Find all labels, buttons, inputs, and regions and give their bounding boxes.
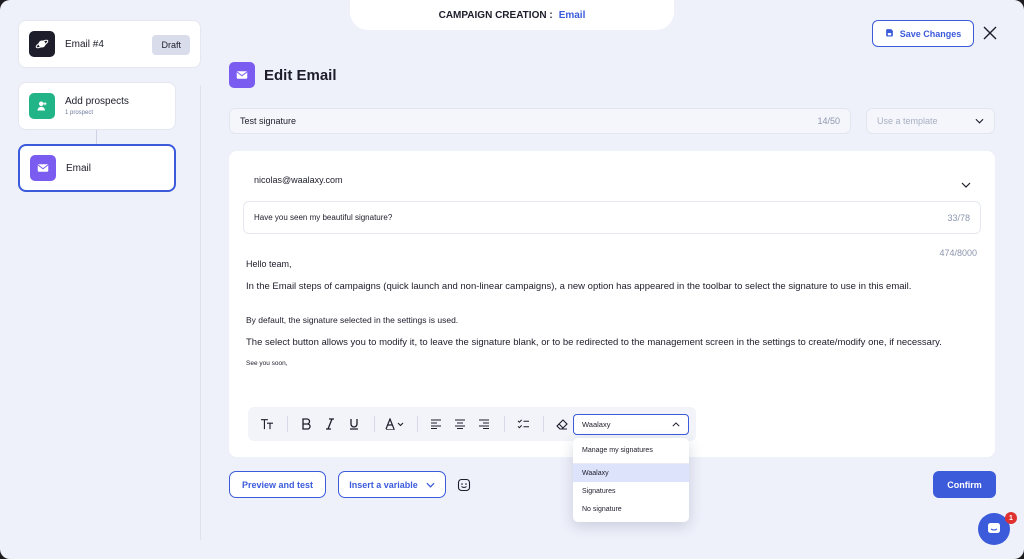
font-color-icon[interactable] — [382, 413, 408, 435]
header-prefix: CAMPAIGN CREATION : — [438, 9, 553, 21]
manage-signatures-option[interactable]: Manage my signatures — [573, 438, 689, 464]
email-name-input[interactable]: Test signature 14/50 — [229, 108, 851, 134]
app-frame: CAMPAIGN CREATION : Email Email #4 Draft… — [0, 0, 1024, 559]
save-label: Save Changes — [899, 28, 962, 39]
envelope-icon — [30, 155, 56, 181]
body-counter: 474/8000 — [939, 248, 977, 258]
chevron-down-icon — [975, 116, 984, 126]
template-placeholder: Use a template — [877, 116, 938, 126]
emoji-icon[interactable] — [457, 478, 471, 492]
toolbar-divider — [287, 416, 288, 432]
draft-badge: Draft — [152, 35, 190, 55]
checklist-icon[interactable] — [512, 413, 534, 435]
page-title: Edit Email — [264, 67, 337, 84]
toolbar-divider — [374, 416, 375, 432]
body-paragraph-2[interactable]: By default, the signature selected in th… — [246, 315, 458, 325]
body-paragraph-1[interactable]: In the Email steps of campaigns (quick l… — [246, 281, 911, 292]
sidebar-step-add-prospects[interactable]: Add prospects 1 prospect — [18, 82, 176, 130]
underline-icon[interactable] — [343, 413, 365, 435]
user-add-icon — [29, 93, 55, 119]
subject-counter: 33/78 — [947, 212, 970, 223]
step-label: Add prospects — [65, 96, 129, 107]
save-icon — [885, 28, 894, 39]
align-right-icon[interactable] — [473, 413, 495, 435]
signature-option-none[interactable]: No signature — [573, 500, 689, 518]
sidebar-step-email-4[interactable]: Email #4 Draft — [18, 20, 201, 68]
text-size-icon[interactable] — [256, 413, 278, 435]
signature-select[interactable]: Waalaxy — [573, 414, 689, 435]
align-left-icon[interactable] — [425, 413, 447, 435]
subject-input[interactable]: Have you seen my beautiful signature? 33… — [243, 201, 981, 234]
email-name-value: Test signature — [240, 116, 297, 126]
chevron-down-icon[interactable] — [961, 175, 971, 188]
confirm-button[interactable]: Confirm — [933, 471, 996, 498]
signature-option-signatures[interactable]: Signatures — [573, 482, 689, 500]
campaign-header: CAMPAIGN CREATION : Email — [350, 0, 674, 30]
body-greeting[interactable]: Hello team, — [246, 259, 292, 269]
sidebar-divider — [200, 85, 201, 540]
header-accent: Email — [558, 9, 586, 21]
envelope-icon — [229, 62, 255, 88]
saturn-icon — [29, 31, 55, 57]
chevron-up-icon — [672, 420, 680, 429]
signature-select-value: Waalaxy — [582, 420, 611, 429]
step-connector — [96, 130, 97, 144]
save-changes-button[interactable]: Save Changes — [872, 20, 974, 47]
recipient-select[interactable]: nicolas@waalaxy.com — [254, 175, 343, 185]
template-select[interactable]: Use a template — [866, 108, 995, 134]
close-icon[interactable] — [982, 25, 998, 41]
step-sublabel: 1 prospect — [65, 110, 94, 116]
step-label: Email — [66, 162, 92, 174]
preview-and-test-button[interactable]: Preview and test — [229, 471, 326, 498]
body-closing[interactable]: See you soon, — [246, 360, 288, 367]
align-center-icon[interactable] — [449, 413, 471, 435]
sidebar-step-email[interactable]: Email — [18, 144, 176, 192]
italic-icon[interactable] — [319, 413, 341, 435]
toolbar-divider — [543, 416, 544, 432]
toolbar-divider — [504, 416, 505, 432]
eraser-icon[interactable] — [551, 413, 573, 435]
signature-option-waalaxy[interactable]: Waalaxy — [573, 464, 689, 482]
insert-variable-button[interactable]: Insert a variable — [338, 471, 446, 498]
bold-icon[interactable] — [295, 413, 317, 435]
toolbar-divider — [417, 416, 418, 432]
body-paragraph-3[interactable]: The select button allows you to modify i… — [246, 337, 942, 348]
signature-dropdown: Manage my signatures Waalaxy Signatures … — [573, 438, 689, 522]
step-label: Email #4 — [65, 38, 104, 50]
chevron-down-icon — [426, 480, 435, 490]
subject-value: Have you seen my beautiful signature? — [254, 213, 393, 222]
insert-variable-label: Insert a variable — [349, 479, 418, 490]
email-editor-panel: nicolas@waalaxy.com Have you seen my bea… — [229, 151, 995, 457]
name-counter: 14/50 — [817, 116, 840, 126]
chat-notification-badge: 1 — [1005, 512, 1017, 524]
